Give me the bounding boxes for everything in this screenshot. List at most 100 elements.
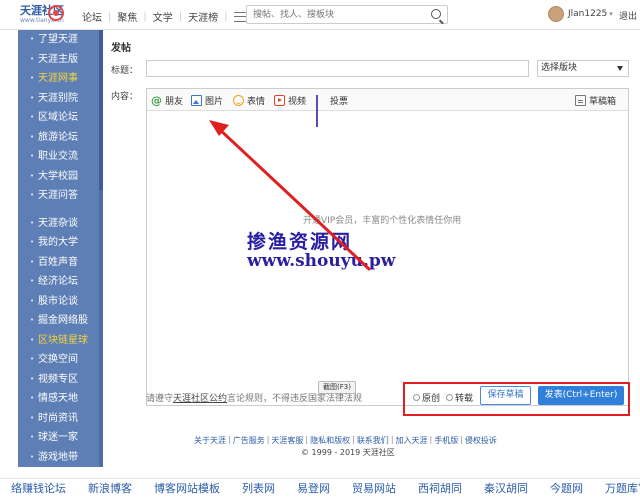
sidebar-item[interactable]: 球迷一家 <box>18 428 103 448</box>
sidebar-item[interactable]: 游戏地带 <box>18 448 103 468</box>
radio-original[interactable]: 原创 <box>413 391 440 404</box>
nav-item-ranking[interactable]: 天涯榜 <box>182 9 224 24</box>
search-icon[interactable] <box>431 9 441 19</box>
sidebar-item-label: 了望天涯 <box>38 34 78 45</box>
sidebar-item[interactable]: 情感天地 <box>18 389 103 409</box>
copyright: © 1999 - 2019 天涯社区 <box>301 448 395 457</box>
menu-icon[interactable] <box>233 11 246 22</box>
tool-drafts[interactable]: 草稿箱 <box>575 94 616 107</box>
bottom-strip-link[interactable]: 万题库官 <box>594 480 640 496</box>
sidebar-item[interactable]: 百姓声音 <box>18 253 103 273</box>
tool-emoji[interactable]: 表情 <box>233 94 265 107</box>
community-rules-link[interactable]: 天涯社区公约 <box>173 394 227 404</box>
radio-original-label: 原创 <box>422 394 441 404</box>
radio-repost[interactable]: 转载 <box>446 391 473 404</box>
sidebar-item-label: 区块链星球 <box>38 334 88 346</box>
logo-emblem-icon <box>48 5 64 21</box>
bottom-strip-link[interactable]: 西祠胡同 <box>407 480 473 496</box>
sidebar-item[interactable]: 天涯问答 <box>18 186 103 206</box>
sidebar-item[interactable]: 天涯网事 <box>18 69 103 89</box>
sidebar-item[interactable]: 旅游论坛 <box>18 128 103 148</box>
sidebar-item[interactable]: 经济论坛 <box>18 272 103 292</box>
nav-item-forum[interactable]: 论坛 <box>76 9 108 24</box>
sidebar-item-label: 天涯网事 <box>38 73 78 84</box>
tool-picture-label: 图片 <box>205 97 224 107</box>
footer-link[interactable]: 关于天涯 <box>194 435 226 446</box>
footer-link[interactable]: 天涯客服 <box>271 435 303 446</box>
editor-body[interactable]: 开通VIP会员，丰富的个性化表情任你用 掺渔资源网 www.shouyu.pw … <box>147 111 628 405</box>
sidebar-item-label: 掘金网络股 <box>38 315 88 326</box>
radio-circle[interactable] <box>413 394 420 401</box>
sidebar-item-label: 旅游论坛 <box>38 131 78 143</box>
agreement-suffix: 言论规则，不得违反国家法律法规 <box>227 394 363 404</box>
radio-circle[interactable] <box>446 394 453 401</box>
tool-video[interactable]: 视频 <box>274 94 306 107</box>
sidebar-item-label: 交换空间 <box>38 354 78 365</box>
footer-link[interactable]: 加入天涯 <box>396 435 428 446</box>
sidebar-item-label: 区域论坛 <box>38 112 78 123</box>
bottom-strip-link[interactable]: 新浪博客 <box>77 480 143 496</box>
footer-link[interactable]: 联系我们 <box>357 435 389 446</box>
bottom-strip-link[interactable]: 博客网站模板 <box>143 480 231 496</box>
title-input[interactable] <box>146 60 529 77</box>
sidebar-item[interactable]: 我的大学 <box>18 233 103 253</box>
footer-separator: | <box>305 435 309 444</box>
sidebar-item[interactable]: 区块链星球 <box>18 331 103 351</box>
sidebar-item[interactable]: 掘金网络股 <box>18 311 103 331</box>
logout-link[interactable]: 退出 <box>619 9 637 22</box>
sidebar-item[interactable]: 区域论坛 <box>18 108 103 128</box>
nav-separator: | <box>224 11 228 22</box>
bottom-strip-link[interactable]: 列表网 <box>231 480 286 496</box>
sidebar-item[interactable]: 视频专区 <box>18 370 103 390</box>
sidebar-item-label: 天涯杂谈 <box>38 217 78 229</box>
sidebar-item[interactable]: 大学校园 <box>18 167 103 187</box>
sidebar-item[interactable]: 了望天涯 <box>18 30 103 50</box>
agreement-notice: 请遵守天涯社区公约言论规则，不得违反国家法律法规 <box>146 391 362 404</box>
bottom-strip-link[interactable]: 贸易网站 <box>341 480 407 496</box>
sidebar-item[interactable]: 股市论谈 <box>18 292 103 312</box>
search-box <box>246 5 448 24</box>
sidebar-item[interactable]: 天涯杂谈 <box>18 214 103 234</box>
sidebar-item[interactable]: 职业交流 <box>18 147 103 167</box>
footer-separator: | <box>228 435 231 444</box>
footer-link[interactable]: 手机版 <box>434 435 458 446</box>
sidebar-item-label: 天涯主版 <box>38 53 78 65</box>
chevron-down-icon[interactable]: ▾ <box>609 10 613 18</box>
tool-picture[interactable]: 图片 <box>191 94 223 107</box>
sidebar-item[interactable]: 交换空间 <box>18 350 103 370</box>
footer-link[interactable]: 广告服务 <box>233 435 265 446</box>
bottom-strip-link[interactable]: 易登网 <box>286 480 341 496</box>
sidebar-item-label: 股市论谈 <box>38 295 78 307</box>
bottom-strip-link[interactable]: 秦汉胡同 <box>473 480 539 496</box>
title-label: 标题： <box>111 66 139 76</box>
save-draft-button[interactable]: 保存草稿 <box>480 386 531 405</box>
footer-link[interactable]: 侵权投诉 <box>465 435 497 446</box>
username[interactable]: Jlan1225 <box>568 9 607 19</box>
avatar[interactable] <box>548 6 564 22</box>
bottom-link-strip: 络赚钱论坛新浪博客博客网站模板列表网易登网贸易网站西祠胡同秦汉胡同今题网万题库官 <box>0 478 640 497</box>
tool-drafts-label: 草稿箱 <box>589 97 617 107</box>
sidebar-item[interactable]: 天涯别院 <box>18 89 103 109</box>
footer-link[interactable]: 隐私和版权 <box>310 435 350 446</box>
footer-separator: | <box>429 435 433 444</box>
bottom-strip-link[interactable]: 络赚钱论坛 <box>0 480 77 496</box>
editor-toolbar: @ 朋友 图片 表情 视频 投票 草稿箱 <box>147 89 628 127</box>
tool-friend[interactable]: @ 朋友 <box>151 94 183 107</box>
nav-item-focus[interactable]: 聚焦 <box>111 9 143 24</box>
user-menu[interactable]: Jlan1225 ▾ <box>548 6 613 22</box>
board-select[interactable]: 选择版块 <box>537 60 629 77</box>
sidebar-item[interactable]: 天涯主版 <box>18 50 103 70</box>
annotation-arrow <box>209 120 371 271</box>
smiley-icon <box>233 95 244 106</box>
tool-vote[interactable]: 投票 <box>316 94 348 127</box>
content-label: 内容： <box>111 92 139 102</box>
sidebar-item-label: 情感天地 <box>38 393 78 404</box>
drafts-icon <box>575 95 586 106</box>
content-editor[interactable]: @ 朋友 图片 表情 视频 投票 草稿箱 开通VIP会员，丰富的个性化表情任你用… <box>146 88 629 406</box>
sidebar-item[interactable]: 时尚资讯 <box>18 409 103 429</box>
bottom-strip-link[interactable]: 今题网 <box>539 480 594 496</box>
search-input[interactable] <box>247 6 417 23</box>
footer-separator: | <box>266 435 270 444</box>
post-button[interactable]: 发表(Ctrl+Enter) <box>538 386 624 405</box>
nav-item-literature[interactable]: 文学 <box>147 9 179 24</box>
